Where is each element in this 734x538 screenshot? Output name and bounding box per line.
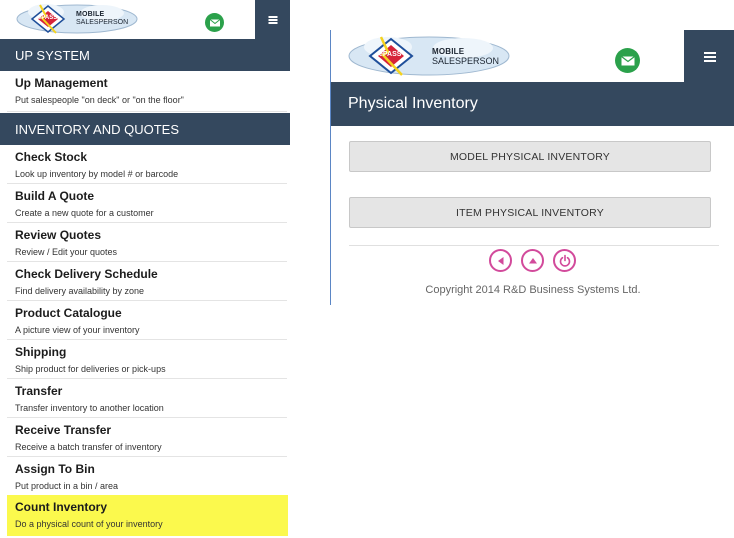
section-header-up-system: UP SYSTEM [0, 39, 290, 71]
logo-line2: SALESPERSON [76, 19, 129, 26]
section-header-label: INVENTORY AND QUOTES [15, 121, 179, 137]
menu-item-title: Review Quotes [15, 228, 102, 242]
power-icon [559, 254, 570, 267]
menu-item-title: Receive Transfer [15, 423, 112, 437]
menu-item-receive-transfer[interactable]: Receive Transfer Receive a batch transfe… [7, 418, 287, 457]
logo-badge: ePASS [379, 51, 402, 58]
mail-button[interactable] [615, 48, 640, 73]
power-button[interactable] [553, 249, 576, 272]
up-icon [528, 257, 537, 263]
app-header: ePASS MOBILE SALESPERSON [0, 0, 290, 39]
menu-item-title: Check Delivery Schedule [15, 267, 158, 281]
menu-item-up-management[interactable]: Up Management Put salespeople "on deck" … [7, 71, 287, 112]
menu-item-desc: Create a new quote for a customer [15, 208, 154, 218]
page-title-bar: Physical Inventory [331, 82, 734, 126]
app-logo[interactable]: ePASS MOBILE SALESPERSON [348, 35, 510, 77]
menu-item-assign-to-bin[interactable]: Assign To Bin Put product in a bin / are… [7, 457, 287, 496]
app-header: ePASS MOBILE SALESPERSON [331, 30, 734, 82]
divider [349, 245, 719, 246]
menu-item-title: Transfer [15, 384, 63, 398]
up-button[interactable] [521, 249, 544, 272]
copyright-text: Copyright 2014 R&D Business Systems Ltd. [425, 284, 641, 296]
logo-line1: MOBILE [432, 47, 465, 56]
app-logo[interactable]: ePASS MOBILE SALESPERSON [16, 3, 138, 35]
button-label: MODEL PHYSICAL INVENTORY [449, 150, 610, 163]
logo-badge: ePASS [38, 15, 58, 21]
menu-item-title: Up Management [15, 76, 108, 90]
menu-item-build-quote[interactable]: Build A Quote Create a new quote for a c… [7, 184, 287, 223]
menu-item-title: Build A Quote [15, 189, 95, 203]
section-header-label: UP SYSTEM [15, 47, 90, 63]
physical-inventory-screen: ePASS MOBILE SALESPERSON Physical Invent… [330, 30, 734, 305]
menu-item-desc: Find delivery availability by zone [15, 286, 145, 296]
menu-item-desc: Review / Edit your quotes [15, 247, 118, 257]
mail-icon [620, 55, 635, 65]
mail-icon [209, 18, 220, 26]
menu-item-transfer[interactable]: Transfer Transfer inventory to another l… [7, 379, 287, 418]
menu-toggle-button[interactable] [255, 0, 290, 39]
menu-item-desc: Do a physical count of your inventory [15, 519, 163, 529]
menu-panel: ePASS MOBILE SALESPERSON UP SYSTEM Up Ma… [0, 0, 290, 538]
logo-line1: MOBILE [76, 11, 105, 18]
menu-toggle-button[interactable] [684, 30, 734, 82]
menu-item-title: Assign To Bin [15, 462, 95, 476]
menu-item-review-quotes[interactable]: Review Quotes Review / Edit your quotes [7, 223, 287, 262]
menu-item-desc: Put salespeople "on deck" or "on the flo… [15, 95, 184, 105]
menu-item-title: Check Stock [15, 150, 88, 164]
mail-button[interactable] [205, 13, 224, 32]
menu-item-desc: Look up inventory by model # or barcode [15, 169, 179, 179]
logo-line2: SALESPERSON [432, 56, 500, 66]
back-button[interactable] [489, 249, 512, 272]
item-physical-inventory-button[interactable]: ITEM PHYSICAL INVENTORY [349, 197, 711, 228]
menu-item-count-inventory[interactable]: Count Inventory Do a physical count of y… [7, 495, 288, 536]
menu-item-desc: A picture view of your inventory [15, 325, 140, 335]
section-header-inventory-quotes: INVENTORY AND QUOTES [0, 113, 290, 145]
menu-item-desc: Ship product for deliveries or pick-ups [15, 364, 166, 374]
menu-item-desc: Receive a batch transfer of inventory [15, 442, 162, 452]
menu-item-title: Count Inventory [15, 500, 107, 514]
menu-item-desc: Transfer inventory to another location [15, 403, 164, 413]
menu-item-title: Product Catalogue [15, 306, 122, 320]
menu-item-shipping[interactable]: Shipping Ship product for deliveries or … [7, 340, 287, 379]
page-title: Physical Inventory [348, 95, 478, 112]
menu-item-desc: Put product in a bin / area [15, 481, 119, 491]
model-physical-inventory-button[interactable]: MODEL PHYSICAL INVENTORY [349, 141, 711, 172]
menu-item-check-delivery-schedule[interactable]: Check Delivery Schedule Find delivery av… [7, 262, 287, 301]
button-label: ITEM PHYSICAL INVENTORY [456, 206, 604, 219]
menu-item-title: Shipping [15, 345, 67, 359]
menu-item-product-catalogue[interactable]: Product Catalogue A picture view of your… [7, 301, 287, 340]
back-icon [497, 256, 503, 265]
menu-item-check-stock[interactable]: Check Stock Look up inventory by model #… [7, 145, 287, 184]
